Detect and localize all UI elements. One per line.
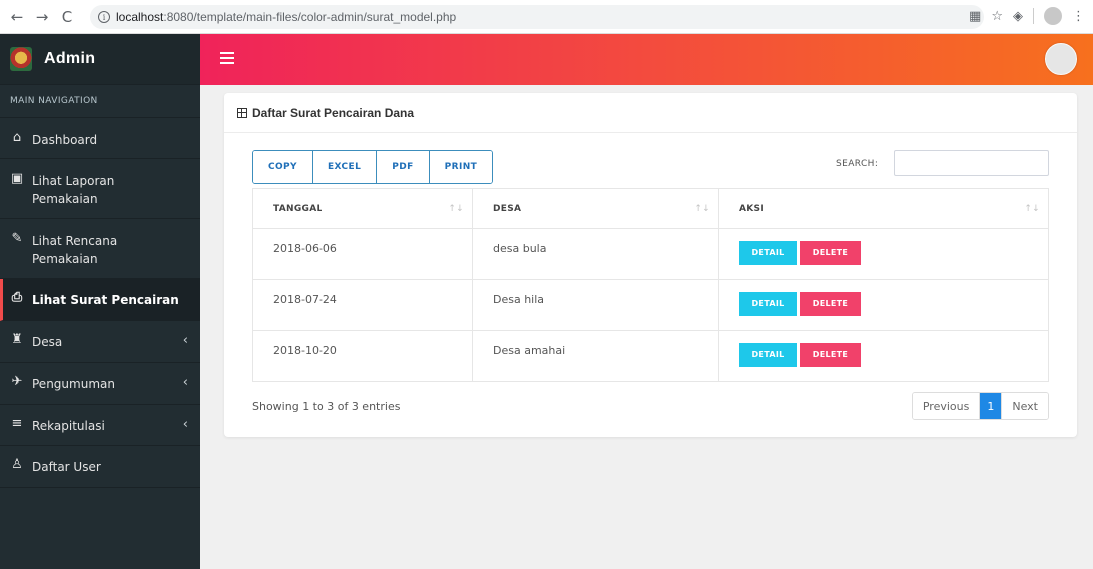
chevron-left-icon: ‹ [182, 333, 188, 348]
sidebar-item-desa[interactable]: ♜ Desa ‹ [0, 321, 200, 363]
print-button[interactable]: PRINT [429, 151, 493, 183]
avatar[interactable] [1045, 43, 1077, 75]
grid-icon: ▣ [10, 171, 24, 186]
sidebar-item-label: Lihat Laporan Pemakaian [32, 174, 115, 206]
browser-actions: ▦ ☆ ◈ ⋮ [969, 7, 1085, 25]
top-header [200, 34, 1093, 85]
table-row: 2018-06-06 desa bula DETAIL DELETE [252, 228, 1049, 280]
delete-button[interactable]: DELETE [800, 241, 861, 265]
sidebar: Admin MAIN NAVIGATION ⌂ Dashboard ▣ Liha… [0, 34, 200, 569]
table-header-row: TANGGAL ↑↓ DESA ↑↓ AKSI ↑↓ [252, 188, 1049, 229]
hamburger-menu-icon[interactable] [220, 52, 234, 64]
cell-aksi: DETAIL DELETE [718, 330, 1049, 382]
sidebar-item-daftar-user[interactable]: ♙ Daftar User [0, 446, 200, 488]
sidebar-item-label: Daftar User [32, 460, 101, 474]
user-icon: ♙ [11, 457, 23, 472]
sidebar-item-pengumuman[interactable]: ✈ Pengumuman ‹ [0, 363, 200, 405]
toolbar-separator [1033, 8, 1034, 24]
document-icon: ⎙ [11, 290, 23, 305]
sort-icon[interactable]: ↑↓ [1024, 204, 1040, 214]
sort-icon[interactable]: ↑↓ [694, 204, 710, 214]
sidebar-item-lihat-surat-pencairan[interactable]: ⎙ Lihat Surat Pencairan [0, 279, 200, 321]
address-bar[interactable]: i localhost:8080/template/main-files/col… [90, 5, 984, 29]
cell-desa: desa bula [472, 228, 719, 280]
card-title: Daftar Surat Pencairan Dana [252, 105, 415, 120]
brand-title: Admin [44, 50, 96, 67]
surat-pencairan-card: Daftar Surat Pencairan Dana COPY EXCEL P… [224, 93, 1077, 437]
bookmark-star-icon[interactable]: ☆ [991, 9, 1003, 24]
info-icon[interactable]: i [98, 11, 110, 23]
brand-logo-icon [10, 47, 32, 71]
copy-button[interactable]: COPY [253, 151, 313, 183]
reload-icon[interactable]: C [56, 6, 78, 28]
card-header: Daftar Surat Pencairan Dana [224, 93, 1077, 133]
delete-button[interactable]: DELETE [800, 343, 861, 367]
forward-arrow-icon[interactable]: → [31, 6, 53, 28]
back-arrow-icon[interactable]: ← [6, 6, 28, 28]
chevron-left-icon: ‹ [182, 375, 188, 390]
home-icon: ⌂ [12, 130, 22, 145]
column-label: AKSI [739, 203, 764, 214]
cell-tanggal: 2018-10-20 [252, 330, 473, 382]
translate-icon[interactable]: ▦ [969, 9, 981, 24]
sidebar-item-label: Rekapitulasi [32, 419, 105, 433]
sidebar-item-rekapitulasi[interactable]: ≡ Rekapitulasi ‹ [0, 405, 200, 446]
table-row: 2018-07-24 Desa hila DETAIL DELETE [252, 279, 1049, 331]
page-1-button[interactable]: 1 [980, 393, 1003, 419]
surat-table: TANGGAL ↑↓ DESA ↑↓ AKSI ↑↓ 2018-06-06 desa … [252, 188, 1049, 382]
search-label: SEARCH: [836, 159, 879, 169]
chevron-left-icon: ‹ [182, 417, 188, 432]
sort-icon[interactable]: ↑↓ [448, 204, 464, 214]
cell-tanggal: 2018-06-06 [252, 228, 473, 280]
sidebar-item-label: Dashboard [32, 133, 98, 147]
url-path: :8080/template/main-files/color-admin/su… [163, 10, 457, 24]
sidebar-item-label: Lihat Rencana Pemakaian [32, 234, 118, 266]
sitemap-icon: ♜ [11, 332, 23, 347]
table-icon [237, 107, 247, 118]
nav-header: MAIN NAVIGATION [0, 85, 200, 118]
sidebar-item-lihat-laporan[interactable]: ▣ Lihat Laporan Pemakaian [0, 159, 200, 219]
column-header-desa[interactable]: DESA ↑↓ [472, 188, 719, 229]
brand[interactable]: Admin [0, 34, 200, 85]
previous-page-button[interactable]: Previous [912, 393, 981, 419]
cell-aksi: DETAIL DELETE [718, 279, 1049, 331]
menu-dots-icon[interactable]: ⋮ [1072, 9, 1085, 24]
column-header-tanggal[interactable]: TANGGAL ↑↓ [252, 188, 473, 229]
pdf-button[interactable]: PDF [377, 151, 430, 183]
browser-toolbar: ← → C i localhost:8080/template/main-fil… [0, 0, 1093, 34]
sidebar-item-dashboard[interactable]: ⌂ Dashboard [0, 118, 200, 159]
list-icon: ≡ [11, 416, 23, 431]
detail-button[interactable]: DETAIL [739, 292, 797, 316]
export-button-group: COPY EXCEL PDF PRINT [252, 150, 494, 184]
pencil-icon: ✎ [11, 231, 23, 246]
sidebar-item-label: Pengumuman [32, 377, 115, 391]
column-label: DESA [493, 203, 522, 214]
extension-icon[interactable]: ◈ [1013, 9, 1023, 24]
detail-button[interactable]: DETAIL [739, 343, 797, 367]
detail-button[interactable]: DETAIL [739, 241, 797, 265]
excel-button[interactable]: EXCEL [312, 151, 378, 183]
sidebar-item-label: Lihat Surat Pencairan [32, 293, 179, 307]
pagination: Previous 1 Next [911, 392, 1049, 420]
table-info: Showing 1 to 3 of 3 entries [252, 400, 401, 413]
column-label: TANGGAL [273, 203, 323, 214]
profile-icon[interactable] [1044, 7, 1062, 25]
column-header-aksi[interactable]: AKSI ↑↓ [718, 188, 1049, 229]
sidebar-item-lihat-rencana[interactable]: ✎ Lihat Rencana Pemakaian [0, 219, 200, 279]
delete-button[interactable]: DELETE [800, 292, 861, 316]
url-text: localhost:8080/template/main-files/color… [116, 10, 456, 24]
search-input[interactable] [894, 150, 1049, 176]
cell-desa: Desa hila [472, 279, 719, 331]
next-page-button[interactable]: Next [1002, 393, 1048, 419]
cell-desa: Desa amahai [472, 330, 719, 382]
cell-tanggal: 2018-07-24 [252, 279, 473, 331]
cell-aksi: DETAIL DELETE [718, 228, 1049, 280]
sidebar-item-label: Desa [32, 335, 63, 349]
megaphone-icon: ✈ [11, 374, 23, 389]
url-host: localhost [116, 10, 164, 24]
table-row: 2018-10-20 Desa amahai DETAIL DELETE [252, 330, 1049, 382]
